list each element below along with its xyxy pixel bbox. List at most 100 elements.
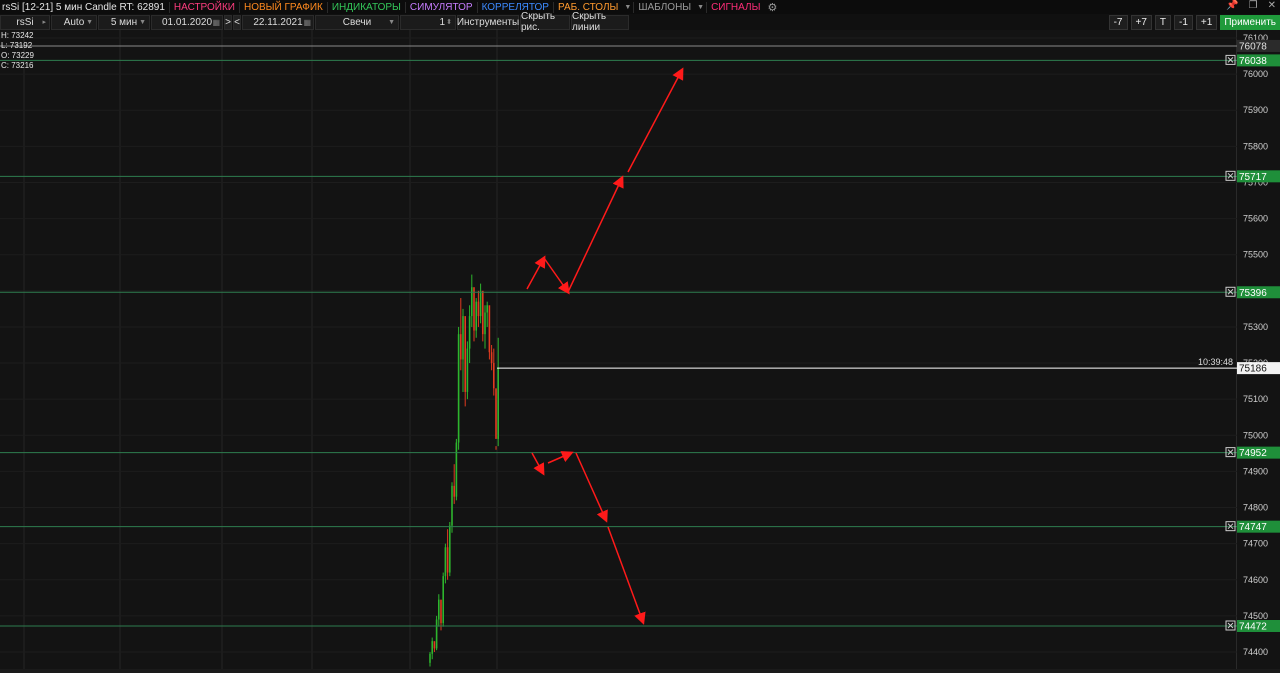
scale-select[interactable]: Auto ▼ — [51, 14, 97, 30]
instruments-button[interactable]: Инструменты — [456, 14, 520, 30]
candle-body — [495, 388, 497, 439]
price-tick-label: 74500 — [1243, 611, 1268, 621]
t-button[interactable]: T — [1154, 14, 1172, 30]
candle-body — [471, 287, 473, 317]
price-tick-label: 74600 — [1243, 575, 1268, 585]
date-to-value: 22.11.2021 — [253, 16, 303, 28]
price-tick-label: 74400 — [1243, 647, 1268, 657]
price-tick-label: 74800 — [1243, 503, 1268, 513]
symbol-value: rsSi — [16, 16, 34, 28]
menu-signals[interactable]: СИГНАЛЫ — [706, 1, 764, 13]
chevron-down-icon: ▼ — [388, 18, 395, 26]
scale-value: Auto — [63, 16, 85, 28]
price-chart[interactable]: 10:39:48 — [0, 30, 1237, 670]
candle-body — [468, 316, 471, 349]
calendar-icon[interactable]: ▦ — [212, 18, 220, 27]
hide-lines-button[interactable]: Скрыть линии — [571, 11, 629, 33]
candle-body — [473, 287, 475, 331]
minus-7-button[interactable]: -7 — [1108, 14, 1128, 30]
date-from-value: 01.01.2020 — [161, 16, 213, 28]
candle-body — [475, 301, 477, 331]
close-icon[interactable]: ✕ — [1268, 0, 1276, 11]
price-tick-label: 76000 — [1243, 69, 1268, 79]
stepper-arrows-icon[interactable]: ⬍ — [446, 18, 452, 26]
price-tick-label: 75900 — [1243, 105, 1268, 115]
menu-settings[interactable]: НАСТРОЙКИ — [168, 1, 239, 13]
price-tick-label: 75300 — [1243, 322, 1268, 332]
price-tick-label: 75500 — [1243, 250, 1268, 260]
count-value: 1 — [439, 16, 445, 28]
candle-body — [482, 290, 484, 335]
candle-body — [460, 334, 462, 360]
candle-body — [477, 301, 480, 317]
level-price-label: 75717 — [1239, 172, 1267, 183]
candle-body — [457, 334, 460, 443]
menu-bar: rsSi [12-21] 5 мин Candle RT: 62891 НАСТ… — [0, 0, 1280, 14]
candle-body — [497, 368, 499, 439]
current-time-label: 10:39:48 — [1198, 357, 1233, 367]
candle-body — [453, 485, 455, 497]
candle-body — [486, 305, 488, 313]
count-stepper[interactable]: 1 ⬍ — [400, 14, 456, 30]
instruments-label: Инструменты — [456, 16, 520, 28]
level-price-label: 74952 — [1239, 448, 1267, 459]
candle-body — [435, 619, 438, 649]
candle-body — [479, 290, 482, 317]
candle-body — [442, 576, 444, 624]
plus-7-button[interactable]: +7 — [1130, 14, 1152, 30]
candle-body — [449, 525, 451, 573]
menu-new-chart[interactable]: НОВЫЙ ГРАФИК — [239, 1, 327, 13]
menu-indicators[interactable]: ИНДИКАТОРЫ — [326, 1, 405, 13]
candle-body — [462, 316, 464, 360]
annotation-arrow — [567, 175, 624, 293]
ohlc-high: H: 73242 — [1, 31, 34, 40]
annotation-arrow — [627, 67, 684, 173]
timeframe-select[interactable]: 5 мин ▼ — [98, 14, 150, 30]
candle-body — [488, 305, 491, 353]
calendar-icon[interactable]: ▦ — [303, 18, 311, 27]
candle-body — [490, 352, 493, 364]
chevron-down-icon: ▼ — [139, 18, 146, 26]
plus-1-button[interactable]: +1 — [1195, 14, 1218, 30]
candle-body — [433, 641, 436, 649]
menu-simulator[interactable]: СИМУЛЯТОР — [404, 1, 477, 13]
level-price-label: 74747 — [1239, 522, 1267, 533]
candle-body — [446, 547, 449, 573]
annotation-arrow — [575, 452, 608, 523]
restore-icon[interactable]: ❐ — [1249, 0, 1258, 11]
candle-body — [429, 653, 431, 663]
minus-1-button[interactable]: -1 — [1174, 14, 1193, 30]
ohlc-low: L: 73192 — [1, 41, 33, 50]
candle-body — [464, 316, 466, 392]
templates-dropdown-icon[interactable]: ▼ — [695, 4, 706, 11]
annotation-arrow — [607, 526, 646, 625]
symbol-select[interactable]: rsSi ▸ — [0, 14, 50, 30]
candle-body — [440, 599, 442, 624]
chart-type-select[interactable]: Свечи ▼ — [315, 14, 399, 30]
level-price-label: 76078 — [1239, 41, 1267, 52]
candle-body — [484, 312, 486, 335]
right-tools: -7 +7 T -1 +1 Применить — [1108, 14, 1280, 30]
price-tick-label: 75000 — [1243, 430, 1268, 440]
nav-next-button[interactable]: > — [224, 14, 232, 30]
current-price-label: 75186 — [1239, 364, 1267, 375]
timeframe-value: 5 мин — [110, 16, 138, 28]
chart-area[interactable]: 10:39:48 — [0, 30, 1237, 670]
gear-icon[interactable]: ⚙ — [764, 1, 780, 14]
apply-button[interactable]: Применить — [1220, 14, 1280, 30]
date-from-field[interactable]: 01.01.2020 ▦ — [151, 14, 223, 30]
ohlc-close: C: 73216 — [1, 61, 34, 70]
price-tick-label: 74700 — [1243, 539, 1268, 549]
nav-prev-label: < — [234, 16, 240, 28]
pin-icon[interactable]: 📌 — [1226, 0, 1238, 11]
price-tick-label: 75100 — [1243, 394, 1268, 404]
menu-templates[interactable]: ШАБЛОНЫ — [633, 1, 695, 13]
nav-next-label: > — [225, 16, 231, 28]
nav-prev-button[interactable]: < — [233, 14, 241, 30]
price-axis[interactable]: 7610076000759007580075700756007550075400… — [1237, 30, 1280, 670]
workspaces-dropdown-icon[interactable]: ▼ — [622, 4, 633, 11]
chevron-down-icon: ▼ — [86, 18, 93, 26]
time-scrollbar[interactable] — [0, 669, 1280, 673]
hide-drawings-button[interactable]: Скрыть рис. — [520, 11, 570, 33]
date-to-field[interactable]: 22.11.2021 ▦ — [242, 14, 314, 30]
